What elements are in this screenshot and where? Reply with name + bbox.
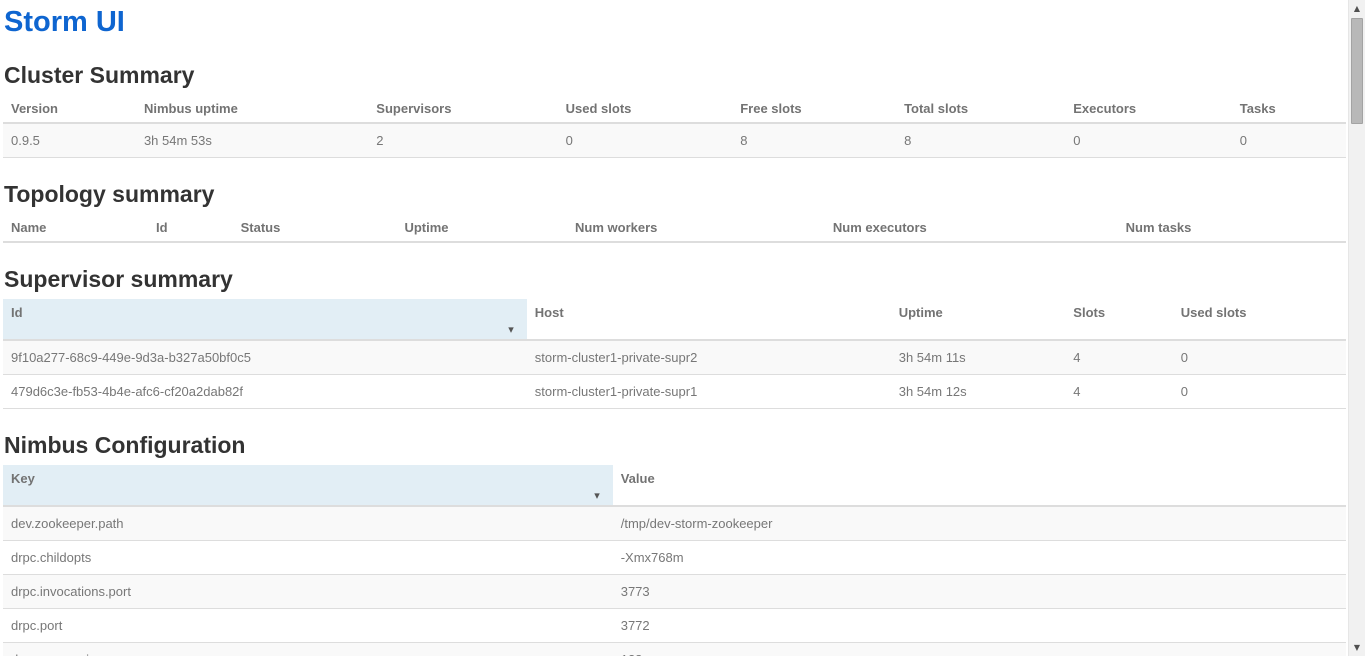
- cell-slots: 4: [1065, 375, 1172, 409]
- cell-config-value: /tmp/dev-storm-zookeeper: [613, 506, 1346, 541]
- topology-summary-table: Name Id Status Uptime Num workers Num ex…: [3, 214, 1346, 243]
- cell-used-slots: 0: [1173, 340, 1346, 375]
- vertical-scrollbar[interactable]: ▲ ▼: [1348, 0, 1365, 656]
- nimbus-configuration-table: Key ▾ Value dev.zookeeper.path /tmp/dev-…: [3, 465, 1346, 656]
- col-header-tasks[interactable]: Tasks: [1232, 95, 1346, 123]
- cell-config-key: drpc.childopts: [3, 541, 613, 575]
- cell-config-key: drpc.queue.size: [3, 643, 613, 656]
- col-header-used-slots[interactable]: Used slots: [558, 95, 733, 123]
- cell-config-value: 3772: [613, 609, 1346, 643]
- supervisor-summary-section: Supervisor summary Id ▾ Host Uptime Slot…: [3, 266, 1346, 409]
- cell-uptime: 3h 54m 12s: [891, 375, 1066, 409]
- cell-supervisor-id: 479d6c3e-fb53-4b4e-afc6-cf20a2dab82f: [3, 375, 527, 409]
- col-header-name[interactable]: Name: [3, 214, 148, 242]
- col-header-status[interactable]: Status: [233, 214, 397, 242]
- table-row: drpc.queue.size 128: [3, 643, 1346, 656]
- col-header-num-workers[interactable]: Num workers: [567, 214, 825, 242]
- table-row: 0.9.5 3h 54m 53s 2 0 8 8 0 0: [3, 123, 1346, 158]
- cell-config-value: 128: [613, 643, 1346, 656]
- cell-config-key: drpc.port: [3, 609, 613, 643]
- cell-config-value: 3773: [613, 575, 1346, 609]
- col-header-executors[interactable]: Executors: [1065, 95, 1232, 123]
- col-header-total-slots[interactable]: Total slots: [896, 95, 1065, 123]
- table-row: drpc.invocations.port 3773: [3, 575, 1346, 609]
- col-header-key-sorted[interactable]: Key ▾: [3, 465, 613, 506]
- cell-supervisor-id: 9f10a277-68c9-449e-9d3a-b327a50bf0c5: [3, 340, 527, 375]
- cell-used-slots: 0: [1173, 375, 1346, 409]
- col-header-nimbus-uptime[interactable]: Nimbus uptime: [136, 95, 368, 123]
- table-row: 479d6c3e-fb53-4b4e-afc6-cf20a2dab82f sto…: [3, 375, 1346, 409]
- table-row: drpc.port 3772: [3, 609, 1346, 643]
- cluster-summary-heading: Cluster Summary: [4, 62, 1346, 88]
- scrollbar-thumb[interactable]: [1351, 18, 1363, 124]
- cell-tasks: 0: [1232, 123, 1346, 158]
- sort-desc-icon: ▾: [508, 324, 514, 335]
- col-header-key-label: Key: [11, 471, 35, 486]
- col-header-uptime[interactable]: Uptime: [891, 299, 1066, 340]
- scroll-down-icon[interactable]: ▼: [1349, 639, 1365, 656]
- col-header-version[interactable]: Version: [3, 95, 136, 123]
- table-header-row: Key ▾ Value: [3, 465, 1346, 506]
- cell-config-value: -Xmx768m: [613, 541, 1346, 575]
- topology-summary-heading: Topology summary: [4, 181, 1346, 207]
- cell-uptime: 3h 54m 11s: [891, 340, 1066, 375]
- cell-total-slots: 8: [896, 123, 1065, 158]
- col-header-num-tasks[interactable]: Num tasks: [1118, 214, 1346, 242]
- cell-host: storm-cluster1-private-supr1: [527, 375, 891, 409]
- nimbus-configuration-section: Nimbus Configuration Key ▾ Value dev.zoo…: [3, 432, 1346, 656]
- cell-nimbus-uptime: 3h 54m 53s: [136, 123, 368, 158]
- topology-summary-section: Topology summary Name Id Status Uptime N…: [3, 181, 1346, 243]
- cluster-summary-section: Cluster Summary Version Nimbus uptime Su…: [3, 62, 1346, 158]
- col-header-value[interactable]: Value: [613, 465, 1346, 506]
- cell-free-slots: 8: [732, 123, 896, 158]
- col-header-id-label: Id: [11, 305, 23, 320]
- supervisor-summary-table: Id ▾ Host Uptime Slots Used slots 9f10a2…: [3, 299, 1346, 409]
- col-header-uptime[interactable]: Uptime: [396, 214, 567, 242]
- storm-ui-page: Storm UI Cluster Summary Version Nimbus …: [0, 0, 1348, 656]
- col-header-num-executors[interactable]: Num executors: [825, 214, 1118, 242]
- table-row: drpc.childopts -Xmx768m: [3, 541, 1346, 575]
- cell-config-key: drpc.invocations.port: [3, 575, 613, 609]
- scroll-up-icon[interactable]: ▲: [1349, 0, 1365, 17]
- cell-version: 0.9.5: [3, 123, 136, 158]
- col-header-id-sorted[interactable]: Id ▾: [3, 299, 527, 340]
- supervisor-summary-heading: Supervisor summary: [4, 266, 1346, 292]
- cell-supervisors: 2: [368, 123, 557, 158]
- table-header-row: Name Id Status Uptime Num workers Num ex…: [3, 214, 1346, 242]
- table-row: dev.zookeeper.path /tmp/dev-storm-zookee…: [3, 506, 1346, 541]
- col-header-free-slots[interactable]: Free slots: [732, 95, 896, 123]
- cell-executors: 0: [1065, 123, 1232, 158]
- table-row: 9f10a277-68c9-449e-9d3a-b327a50bf0c5 sto…: [3, 340, 1346, 375]
- cell-config-key: dev.zookeeper.path: [3, 506, 613, 541]
- table-header-row: Version Nimbus uptime Supervisors Used s…: [3, 95, 1346, 123]
- col-header-id[interactable]: Id: [148, 214, 233, 242]
- cluster-summary-table: Version Nimbus uptime Supervisors Used s…: [3, 95, 1346, 158]
- cell-used-slots: 0: [558, 123, 733, 158]
- cell-host: storm-cluster1-private-supr2: [527, 340, 891, 375]
- col-header-slots[interactable]: Slots: [1065, 299, 1172, 340]
- sort-desc-icon: ▾: [594, 490, 600, 501]
- nimbus-configuration-heading: Nimbus Configuration: [4, 432, 1346, 458]
- table-header-row: Id ▾ Host Uptime Slots Used slots: [3, 299, 1346, 340]
- cell-slots: 4: [1065, 340, 1172, 375]
- col-header-host[interactable]: Host: [527, 299, 891, 340]
- col-header-supervisors[interactable]: Supervisors: [368, 95, 557, 123]
- col-header-used-slots[interactable]: Used slots: [1173, 299, 1346, 340]
- page-title: Storm UI: [4, 6, 1346, 39]
